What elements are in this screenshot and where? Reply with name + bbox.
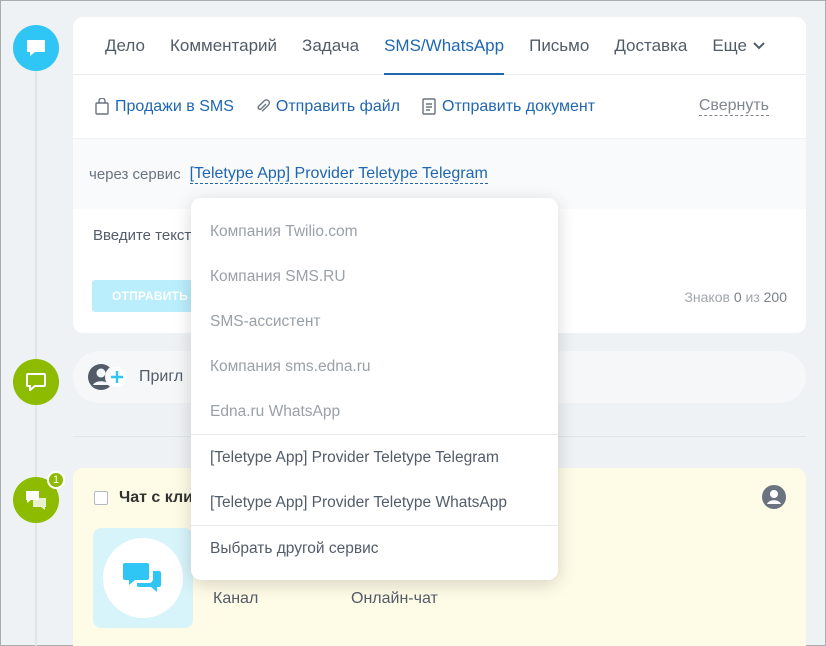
service-option-edna[interactable]: Компания sms.edna.ru <box>191 344 558 389</box>
tab-task[interactable]: Задача <box>302 17 359 75</box>
channel-value: Онлайн-чат <box>351 590 438 607</box>
document-icon <box>422 98 436 115</box>
service-dropdown: Компания Twilio.com Компания SMS.RU SMS-… <box>191 198 558 580</box>
send-file-button[interactable]: Отправить файл <box>256 98 400 116</box>
service-option-edna-whatsapp[interactable]: Edna.ru WhatsApp <box>191 389 558 434</box>
char-counter-of: из <box>745 289 760 305</box>
service-selector[interactable]: [Teletype App] Provider Teletype Telegra… <box>189 165 488 184</box>
timeline-line <box>35 41 37 646</box>
user-icon[interactable] <box>762 485 786 514</box>
tab-email[interactable]: Письмо <box>529 17 589 75</box>
tab-more[interactable]: Еще <box>712 17 765 75</box>
send-document-button[interactable]: Отправить документ <box>422 98 595 116</box>
paperclip-icon <box>257 99 270 112</box>
send-file-label: Отправить файл <box>275 97 401 115</box>
char-counter: Знаков 0 из 200 <box>684 289 787 305</box>
service-option-smsru[interactable]: Компания SMS.RU <box>191 254 558 299</box>
service-option-twilio[interactable]: Компания Twilio.com <box>191 209 558 254</box>
sms-activity-icon <box>13 25 59 71</box>
invite-text: Пригл <box>139 368 184 385</box>
choose-other-service[interactable]: Выбрать другой сервис <box>191 526 558 571</box>
sales-sms-label: Продажи в SMS <box>115 97 234 115</box>
message-input[interactable]: Введите текст <box>93 227 191 244</box>
chat-bubbles-icon <box>123 563 161 592</box>
chat-avatar <box>93 528 193 628</box>
shopping-bag-icon <box>95 98 109 115</box>
comment-activity-icon <box>13 359 59 405</box>
char-counter-count: 0 <box>733 289 742 305</box>
service-prefix: через сервис <box>89 165 181 183</box>
sales-sms-button[interactable]: Продажи в SMS <box>95 98 234 116</box>
char-counter-max: 200 <box>763 289 787 305</box>
send-document-label: Отправить документ <box>442 97 596 115</box>
tab-more-label: Еще <box>712 35 747 55</box>
invite-avatar <box>87 361 129 393</box>
editor-actions: Продажи в SMS Отправить файл Отправить д… <box>73 75 806 139</box>
chat-title: Чат с кли <box>119 489 193 506</box>
channel-label: Канал <box>213 590 259 607</box>
tab-comment[interactable]: Комментарий <box>170 17 277 75</box>
service-option-teletype-whatsapp[interactable]: [Teletype App] Provider Teletype WhatsAp… <box>191 480 558 525</box>
tab-deal[interactable]: Дело <box>105 17 145 75</box>
tab-delivery[interactable]: Доставка <box>614 17 687 75</box>
service-option-teletype-telegram[interactable]: [Teletype App] Provider Teletype Telegra… <box>191 435 558 480</box>
send-button[interactable]: ОТПРАВИТЬ <box>92 280 202 312</box>
tab-sms-whatsapp[interactable]: SMS/WhatsApp <box>384 17 505 75</box>
service-option-sms-assistant[interactable]: SMS-ассистент <box>191 299 558 344</box>
char-counter-label: Знаков <box>684 289 730 305</box>
chat-checkbox[interactable] <box>94 491 108 505</box>
collapse-link[interactable]: Свернуть <box>698 97 769 116</box>
editor-tabs: Дело Комментарий Задача SMS/WhatsApp Пис… <box>73 17 806 75</box>
chevron-down-icon <box>753 41 765 49</box>
notification-badge: 1 <box>47 471 65 489</box>
